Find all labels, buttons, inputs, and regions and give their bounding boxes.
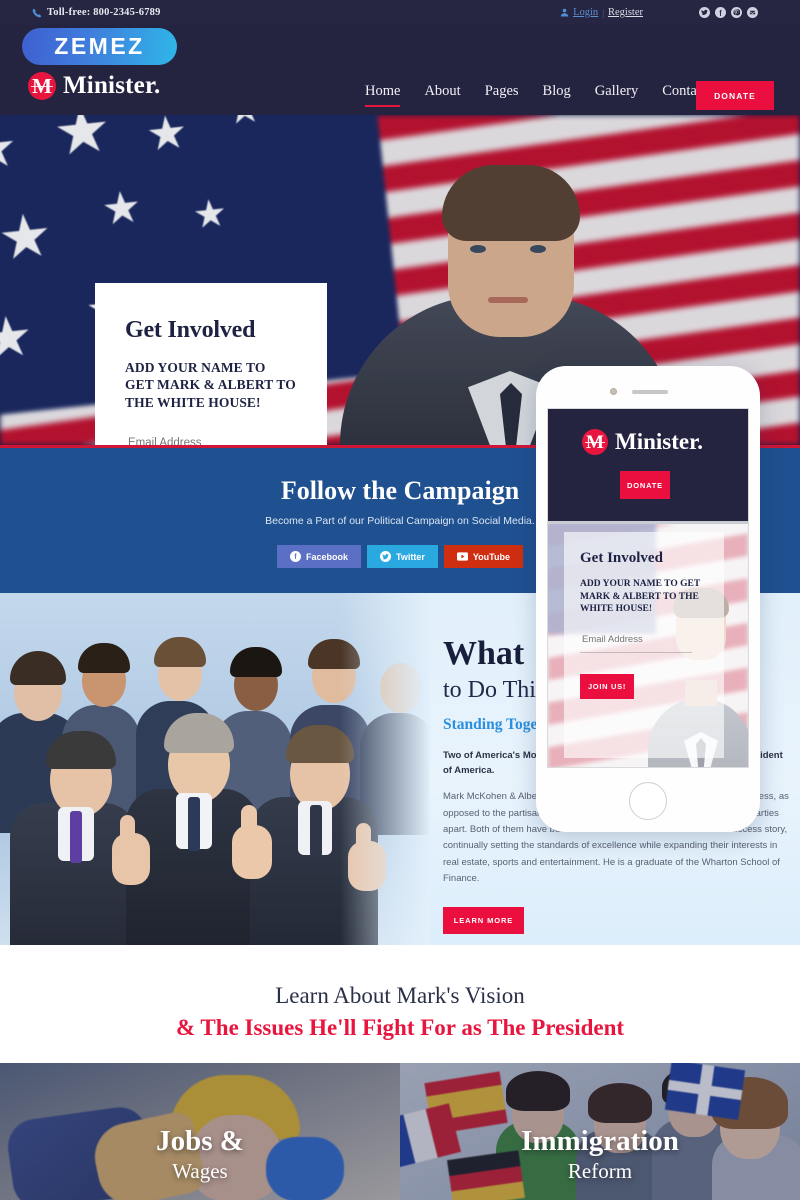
email-input[interactable] xyxy=(125,436,295,445)
phone-header: M Minister. DONATE xyxy=(548,409,748,521)
youtube-button[interactable]: YouTube xyxy=(443,545,524,568)
phone-camera-icon xyxy=(610,388,617,395)
get-involved-subtitle: ADD YOUR NAME TO GET MARK & ALBERT TO TH… xyxy=(125,360,296,410)
auth-links: Login | Register xyxy=(560,7,643,18)
nav-item-gallery[interactable]: Gallery xyxy=(595,83,638,107)
phone-get-involved-card: Get Involved ADD YOUR NAME TO GET MARK &… xyxy=(564,532,724,758)
nav-item-about[interactable]: About xyxy=(424,83,460,107)
immigration-tile-caption: Immigration Reform xyxy=(400,1127,800,1184)
site-logo[interactable]: M Minister. xyxy=(28,72,160,100)
register-link[interactable]: Register xyxy=(608,7,643,18)
phone-home-button[interactable] xyxy=(629,782,667,820)
user-icon xyxy=(560,8,569,17)
toll-free-phone: Toll-free: 800-2345-6789 xyxy=(32,7,161,18)
jobs-tile-caption: Jobs & Wages xyxy=(0,1127,400,1184)
facebook-icon[interactable] xyxy=(715,7,726,18)
issue-tile-jobs-wages[interactable]: Jobs & Wages xyxy=(0,1063,400,1200)
phone-logo-text: Minister. xyxy=(615,429,703,454)
facebook-button[interactable]: Facebook xyxy=(276,545,361,568)
nav-menu: Home About Pages Blog Gallery Contacts xyxy=(365,83,713,107)
phone-donate-button[interactable]: DONATE xyxy=(620,471,670,499)
zemez-badge[interactable]: ZEMEZ xyxy=(22,28,177,65)
get-involved-title: Get Involved xyxy=(125,317,256,343)
immigration-tile-subtitle: Reform xyxy=(567,1159,633,1183)
phone-mockup: M Minister. DONATE Get Involved ADD YOUR… xyxy=(536,366,760,832)
issue-tile-immigration-reform[interactable]: Immigration Reform xyxy=(400,1063,800,1200)
logo-mark-letter: M xyxy=(32,73,52,98)
donate-button[interactable]: DONATE xyxy=(696,81,774,110)
mail-icon[interactable] xyxy=(747,7,758,18)
zemez-label: ZEMEZ xyxy=(54,33,145,59)
immigration-tile-title: Immigration xyxy=(521,1125,679,1157)
twitter-icon xyxy=(380,551,391,562)
phone-email-input[interactable] xyxy=(580,633,692,653)
top-bar-right: Login | Register xyxy=(560,0,800,25)
learn-more-button[interactable]: LEARN MORE xyxy=(443,907,524,935)
nav-item-home[interactable]: Home xyxy=(365,83,401,107)
jobs-tile-title: Jobs & xyxy=(156,1125,244,1157)
twitter-button[interactable]: Twitter xyxy=(367,545,438,568)
top-bar: Toll-free: 800-2345-6789 Login | Registe… xyxy=(0,0,800,25)
top-social-list xyxy=(699,7,758,18)
nav-item-blog[interactable]: Blog xyxy=(543,83,571,107)
issue-tiles: Jobs & Wages Immigration Reform xyxy=(0,1063,800,1200)
phone-speaker-icon xyxy=(632,390,668,394)
auth-separator: | xyxy=(602,7,604,18)
vision-line1: Learn About Mark's Vision xyxy=(275,983,525,1008)
phone-hero: Get Involved ADD YOUR NAME TO GET MARK &… xyxy=(548,521,748,767)
phone-logo-mark-letter: M xyxy=(586,431,604,453)
twitter-icon[interactable] xyxy=(699,7,710,18)
twitter-button-label: Twitter xyxy=(396,551,425,562)
youtube-icon xyxy=(456,552,468,561)
get-involved-card: Get Involved ADD YOUR NAME TO GET MARK &… xyxy=(95,283,327,445)
phone-icon xyxy=(32,8,42,17)
login-link[interactable]: Login xyxy=(573,7,598,18)
supporters-photo xyxy=(0,593,430,945)
page-root: Toll-free: 800-2345-6789 Login | Registe… xyxy=(0,0,800,1200)
logo-text: Minister. xyxy=(63,72,161,99)
nav-item-pages[interactable]: Pages xyxy=(485,83,519,107)
jobs-tile-subtitle: Wages xyxy=(172,1159,228,1183)
facebook-button-label: Facebook xyxy=(305,551,348,562)
main-navbar: ZEMEZ M Minister. Home About Pages Blog … xyxy=(0,25,800,115)
phone-join-us-button[interactable]: JOIN US! xyxy=(580,673,634,699)
phone-card-title: Get Involved xyxy=(580,550,663,566)
phone-logo-mark-icon: M xyxy=(582,429,608,455)
vision-line2: & The Issues He'll Fight For as The Pres… xyxy=(175,1015,625,1040)
phone-card-subtitle: ADD YOUR NAME TO GET MARK & ALBERT TO TH… xyxy=(580,579,700,615)
logo-mark-icon: M xyxy=(28,72,56,100)
facebook-icon xyxy=(289,551,301,562)
youtube-button-label: YouTube xyxy=(472,551,511,562)
phone-screen: M Minister. DONATE Get Involved ADD YOUR… xyxy=(547,408,749,768)
phone-logo[interactable]: M Minister. xyxy=(582,429,703,455)
vision-section: Learn About Mark's Vision & The Issues H… xyxy=(0,945,800,1063)
toll-free-label: Toll-free: 800-2345-6789 xyxy=(47,7,161,18)
pinterest-icon[interactable] xyxy=(731,7,742,18)
